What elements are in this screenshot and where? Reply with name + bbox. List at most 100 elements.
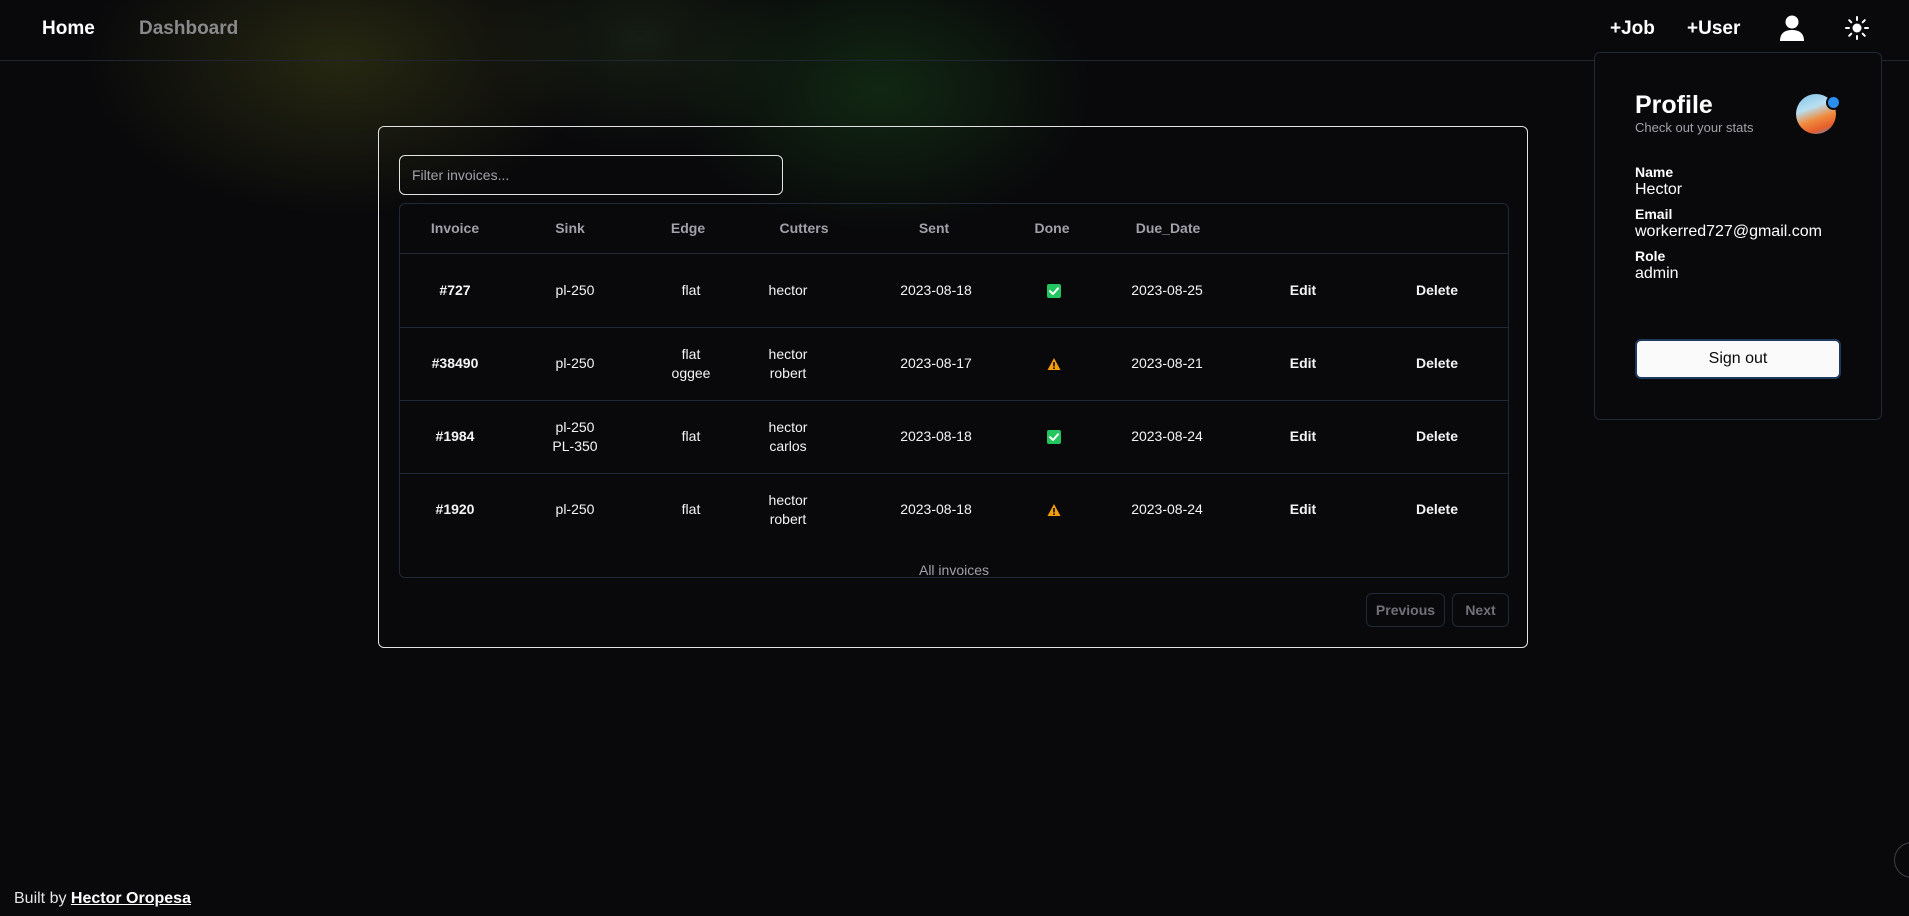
delete-cell[interactable]: Delete	[1416, 254, 1458, 327]
sink-text: pl-250	[555, 282, 595, 298]
email-value: workerred727@gmail.com	[1635, 223, 1822, 240]
name-label: Name	[1635, 164, 1674, 180]
sent-cell: 2023-08-18	[900, 400, 972, 473]
filter-invoices-input[interactable]	[399, 155, 783, 195]
add-job-button[interactable]: +Job	[1610, 18, 1655, 40]
edit-text[interactable]: Edit	[1290, 427, 1316, 446]
header-sent: Sent	[918, 220, 950, 236]
invoice-text: #1920	[435, 501, 475, 517]
invoice-text: #727	[439, 282, 471, 298]
edge-text: flat	[681, 501, 701, 517]
header-done: Done	[1034, 220, 1070, 236]
due-date-text: 2023-08-21	[1131, 355, 1203, 371]
cutters-text: hector	[768, 491, 808, 508]
check-icon	[1047, 283, 1061, 298]
due-date-cell: 2023-08-21	[1131, 327, 1203, 400]
status-dot	[1826, 95, 1841, 110]
header-edge: Edge	[670, 220, 706, 236]
cutters-cell: hector robert	[769, 473, 808, 546]
done-cell	[1047, 473, 1061, 546]
edge-text: flat	[681, 428, 701, 444]
profile-subtitle: Check out your stats	[1635, 120, 1754, 135]
table-row: #1920 pl-250 flat hector robert 2023-08-18 202…	[400, 473, 1508, 546]
user-icon[interactable]	[1779, 14, 1805, 42]
edit-text[interactable]: Edit	[1290, 354, 1316, 373]
invoice-cell: #1984	[436, 400, 475, 473]
cutters-text: hector	[768, 345, 808, 362]
sent-cell: 2023-08-17	[900, 327, 972, 400]
edit-cell[interactable]: Edit	[1290, 327, 1316, 400]
due-date-cell: 2023-08-25	[1131, 254, 1203, 327]
sent-text: 2023-08-18	[900, 501, 972, 517]
due-date-cell: 2023-08-24	[1131, 400, 1203, 473]
delete-cell[interactable]: Delete	[1416, 400, 1458, 473]
edge-cell: flat	[682, 254, 701, 327]
due-date-cell: 2023-08-24	[1131, 473, 1203, 546]
table-header: Invoice Sink Edge Cutters Sent Done Due_…	[400, 204, 1508, 254]
warning-icon	[1047, 503, 1061, 516]
sent-cell: 2023-08-18	[900, 254, 972, 327]
sun-icon[interactable]	[1844, 15, 1870, 41]
invoice-text: #38490	[431, 355, 479, 371]
footer-text: Built by	[14, 890, 71, 907]
sink-text: pl-250	[555, 501, 595, 517]
edit-cell[interactable]: Edit	[1290, 254, 1316, 327]
edit-cell[interactable]: Edit	[1290, 400, 1316, 473]
table-row: #1984 pl-250 PL-350 flat hector carlos 2023-08…	[400, 400, 1508, 474]
cutters-text: carlos	[769, 437, 807, 454]
header-cutters: Cutters	[779, 220, 829, 236]
role-label: Role	[1635, 248, 1666, 264]
nav-dashboard-link[interactable]: Dashboard	[139, 18, 238, 40]
invoice-cell: #727	[439, 254, 470, 327]
edit-cell[interactable]: Edit	[1290, 473, 1316, 546]
profile-dropdown: Profile Check out your stats Name Hector…	[1594, 52, 1882, 420]
edit-text[interactable]: Edit	[1290, 281, 1316, 300]
footer: Built by Hector Oropesa	[14, 890, 191, 908]
add-user-button[interactable]: +User	[1687, 18, 1740, 40]
cutters-text: hector	[768, 418, 808, 435]
cutters-text: robert	[769, 510, 807, 527]
delete-text[interactable]: Delete	[1416, 354, 1458, 373]
header-sink: Sink	[555, 220, 585, 236]
invoice-cell: #38490	[432, 327, 479, 400]
cutters-cell: hector robert	[769, 327, 808, 400]
cutters-cell: hector	[769, 254, 808, 327]
sent-text: 2023-08-18	[900, 282, 972, 298]
delete-text[interactable]: Delete	[1416, 281, 1458, 300]
sent-text: 2023-08-17	[900, 355, 972, 371]
email-label: Email	[1635, 206, 1673, 222]
cutters-cell: hector carlos	[769, 400, 808, 473]
warning-icon	[1047, 357, 1061, 370]
next-button[interactable]: Next	[1452, 593, 1509, 627]
table-row: #727 pl-250 flat hector 2023-08-18 2023-08-25…	[400, 254, 1508, 328]
sent-text: 2023-08-18	[900, 428, 972, 444]
check-icon	[1047, 429, 1061, 444]
delete-cell[interactable]: Delete	[1416, 473, 1458, 546]
cutters-text: robert	[769, 364, 807, 381]
delete-text[interactable]: Delete	[1416, 427, 1458, 446]
sink-text: PL-350	[552, 437, 598, 454]
delete-text[interactable]: Delete	[1416, 500, 1458, 519]
due-date-text: 2023-08-25	[1131, 282, 1203, 298]
header-invoice: Invoice	[430, 220, 480, 236]
header-due-date: Due_Date	[1135, 220, 1201, 236]
sign-out-button[interactable]: Sign out	[1635, 339, 1841, 379]
edge-cell: flat	[682, 400, 701, 473]
previous-button[interactable]: Previous	[1366, 593, 1445, 627]
edit-text[interactable]: Edit	[1290, 500, 1316, 519]
table-caption: All invoices	[918, 562, 990, 578]
nav-home-link[interactable]: Home	[42, 18, 95, 40]
author-link[interactable]: Hector Oropesa	[71, 890, 191, 907]
invoice-cell: #1920	[436, 473, 475, 546]
sink-text: pl-250	[555, 355, 595, 371]
profile-title: Profile	[1635, 91, 1713, 119]
scroll-button[interactable]	[1894, 842, 1909, 878]
edge-cell: flat oggee	[672, 327, 711, 400]
role-value: admin	[1635, 265, 1679, 282]
delete-cell[interactable]: Delete	[1416, 327, 1458, 400]
edge-cell: flat	[682, 473, 701, 546]
name-value: Hector	[1635, 181, 1683, 198]
invoices-table: Invoice Sink Edge Cutters Sent Done Due_…	[399, 203, 1509, 578]
done-cell	[1047, 400, 1061, 473]
sink-cell: pl-250	[556, 254, 595, 327]
